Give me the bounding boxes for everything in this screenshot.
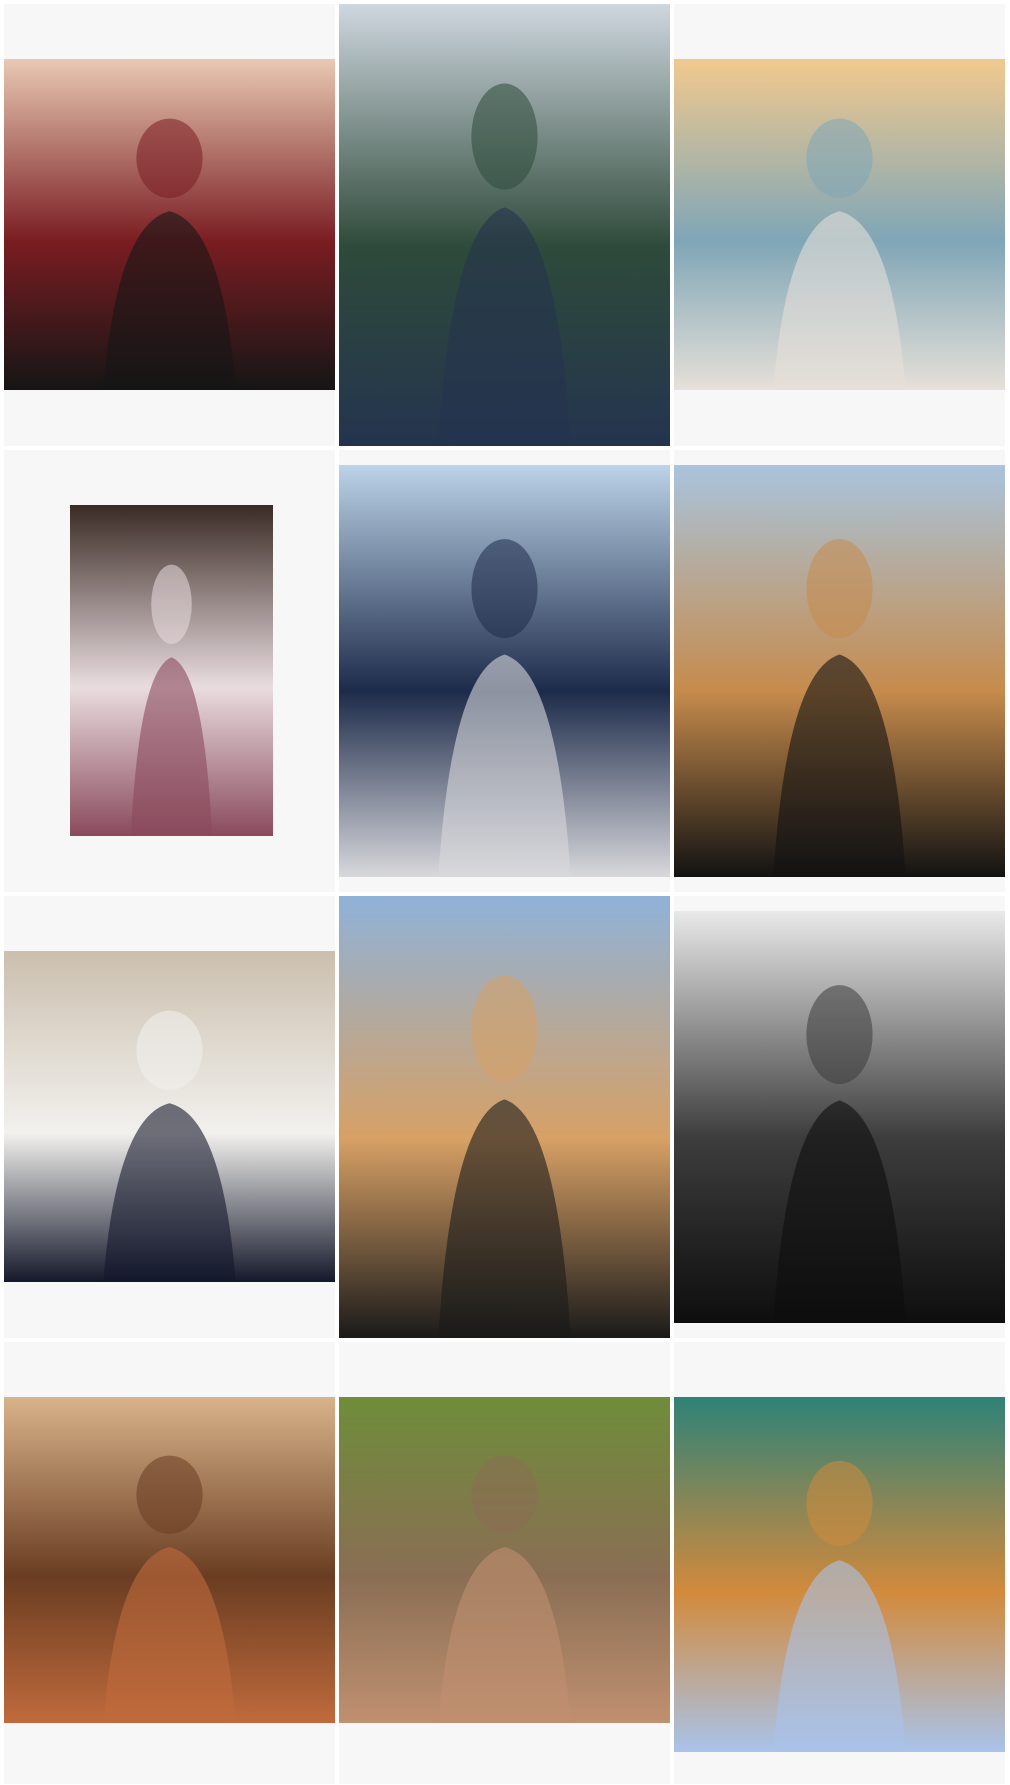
grid-tile[interactable]: Black and white photo of two smiling wom…	[674, 896, 1005, 1338]
grid-tile[interactable]: Woman in a patterned bikini and straw ha…	[339, 1342, 670, 1784]
photo-two-women-selfie-sunglasses[interactable]: Two women taking a close selfie, one in …	[339, 465, 670, 877]
photo-image	[674, 465, 1005, 877]
photo-woman-blowing-kiss-beach[interactable]: Woman blowing a kiss on a beach at sunse…	[674, 59, 1005, 390]
photo-image	[339, 4, 670, 446]
photo-woman-bikini-tree-hat[interactable]: Woman in a patterned bikini and straw ha…	[339, 1397, 670, 1723]
photo-image	[674, 911, 1005, 1323]
grid-tile[interactable]: Close-up selfie of a woman in round sung…	[4, 1342, 335, 1784]
grid-tile[interactable]: Woman blowing a kiss on a beach at sunse…	[674, 4, 1005, 446]
photo-image	[70, 505, 273, 836]
grid-tile[interactable]: Two women smiling and holding glasses of…	[674, 1342, 1005, 1784]
grid-tile[interactable]: Woman in a black strapless gown leaning …	[4, 4, 335, 446]
photo-woman-black-crop-top-desert[interactable]: Woman in a black crop top sitting on a w…	[674, 465, 1005, 877]
grid-tile[interactable]: Woman in a black top and khaki pants sea…	[339, 896, 670, 1338]
photo-image	[674, 1397, 1005, 1752]
photo-image	[339, 1397, 670, 1723]
photo-image	[339, 465, 670, 877]
photo-image	[4, 951, 335, 1282]
photo-image	[4, 1397, 335, 1723]
photo-image	[674, 59, 1005, 390]
grid-tile[interactable]: Woman in a black crop top sitting on a w…	[674, 450, 1005, 892]
photo-woman-black-dress-terrace[interactable]: Woman in a black strapless gown leaning …	[4, 59, 335, 390]
grid-tile[interactable]: Smiling selfie of a man in a cap and sun…	[339, 4, 670, 446]
photo-woman-one-shoulder-dress[interactable]: Woman in a one-shoulder printed dress po…	[70, 505, 273, 836]
photo-woman-crop-top-wall-sky[interactable]: Woman in a black top and khaki pants sea…	[339, 896, 670, 1338]
photo-selfie-man-cap-woman-beanie[interactable]: Smiling selfie of a man in a cap and sun…	[339, 4, 670, 446]
photo-woman-sunglasses-bikini-closeup[interactable]: Close-up selfie of a woman in round sung…	[4, 1397, 335, 1723]
photo-woman-white-cardigan-sand[interactable]: Woman in a white cardigan and dark leggi…	[4, 951, 335, 1282]
photo-image	[339, 896, 670, 1338]
grid-tile[interactable]: Woman in a one-shoulder printed dress po…	[4, 450, 335, 892]
photo-two-women-black-and-white[interactable]: Black and white photo of two smiling wom…	[674, 911, 1005, 1323]
grid-tile[interactable]: Woman in a white cardigan and dark leggi…	[4, 896, 335, 1338]
photo-grid: Woman in a black strapless gown leaning …	[4, 4, 1005, 1784]
photo-image	[4, 59, 335, 390]
photo-two-women-wine-glasses[interactable]: Two women smiling and holding glasses of…	[674, 1397, 1005, 1752]
grid-tile[interactable]: Two women taking a close selfie, one in …	[339, 450, 670, 892]
